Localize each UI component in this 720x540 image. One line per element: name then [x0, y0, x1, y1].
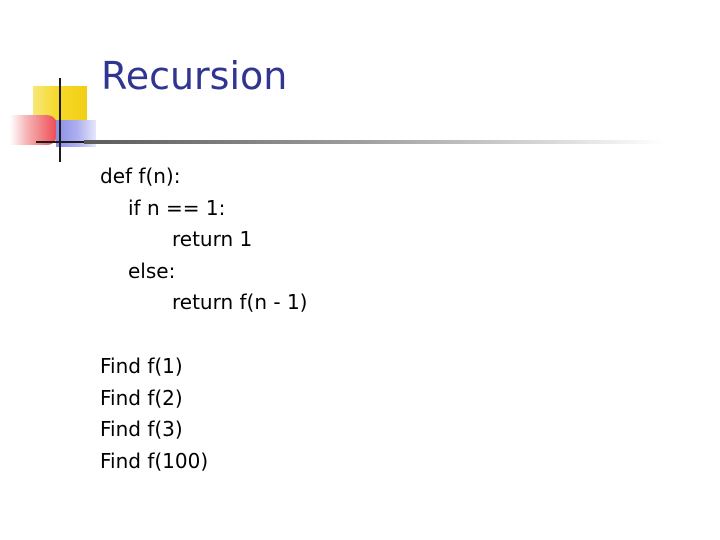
- slide-logo: [0, 0, 110, 170]
- code-line-def: def f(n):: [100, 164, 181, 188]
- title-divider: [84, 140, 664, 144]
- slide-title: Recursion: [101, 54, 288, 98]
- code-line-return-base: return 1: [172, 227, 253, 252]
- task-item: Find f(1): [100, 353, 183, 378]
- logo-vertical-line: [59, 78, 61, 162]
- slide: Recursion def f(n): if n == 1: return 1 …: [0, 0, 720, 540]
- code-line-else: else:: [128, 258, 176, 283]
- task-item: Find f(3): [100, 417, 183, 442]
- code-line-if: if n == 1:: [128, 195, 226, 220]
- task-item: Find f(2): [100, 385, 183, 410]
- slide-body: def f(n): if n == 1: return 1 else: retu…: [100, 161, 308, 477]
- task-item: Find f(100): [100, 448, 209, 473]
- code-line-return-recursive: return f(n - 1): [172, 290, 308, 315]
